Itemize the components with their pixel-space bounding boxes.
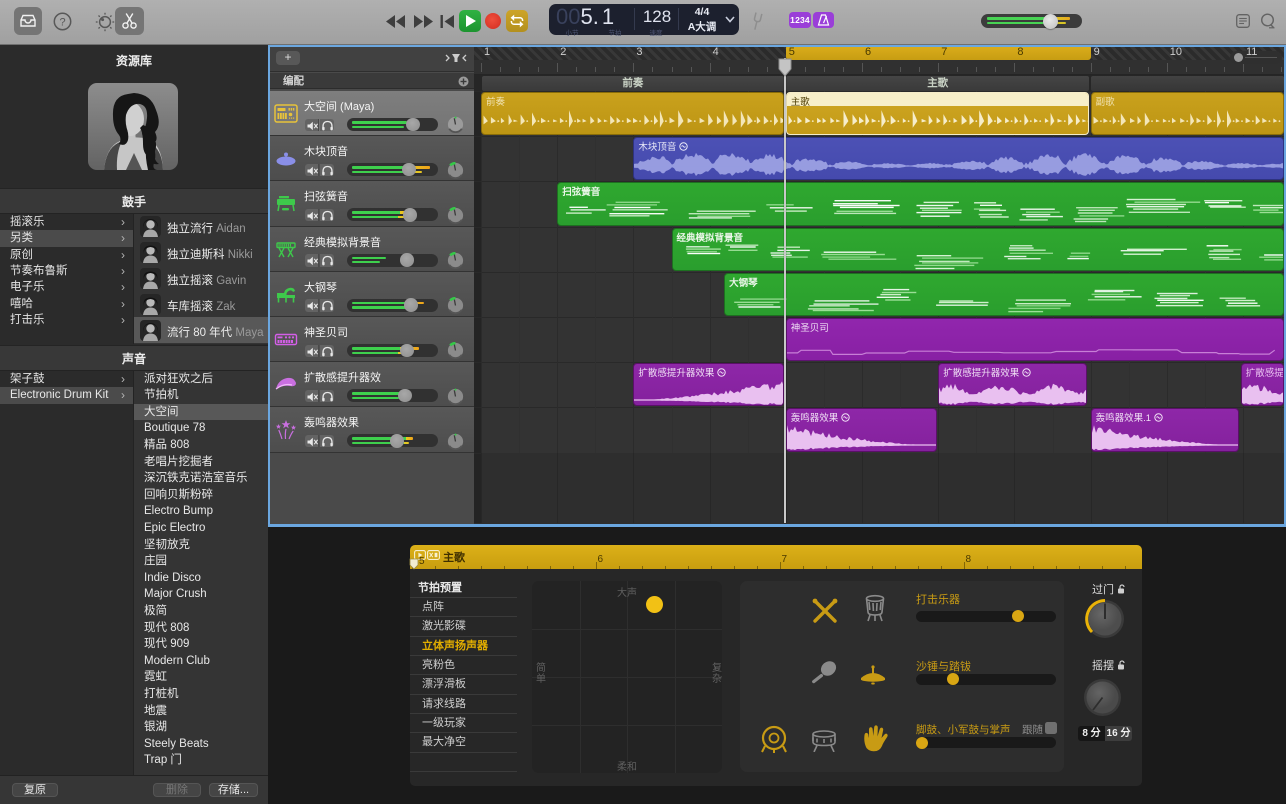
svg-text:?: ? <box>59 17 65 29</box>
